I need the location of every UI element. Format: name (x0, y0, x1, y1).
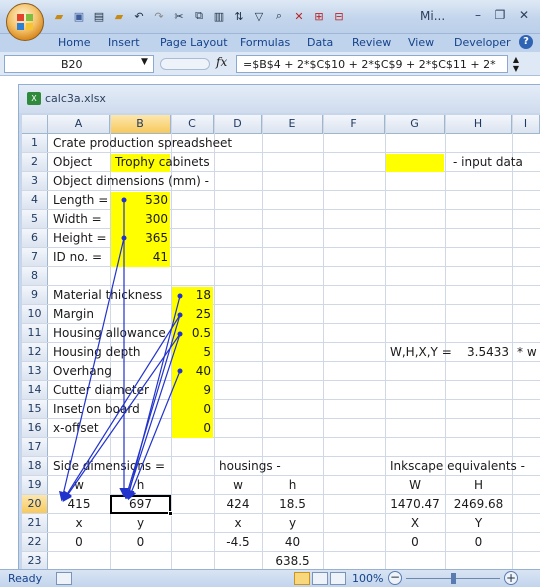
clear-icon[interactable]: ✕ (290, 8, 308, 24)
expand-formula-bar-icon[interactable]: ▲ ▼ (510, 55, 522, 73)
tab-home[interactable]: Home (58, 36, 90, 49)
filter-icon[interactable]: ▽ (250, 8, 268, 24)
normal-view-icon[interactable] (294, 572, 310, 585)
formula-bar-resize-handle[interactable] (160, 58, 210, 70)
insert-rows-icon[interactable]: ⊞ (310, 8, 328, 24)
tab-view[interactable]: View (408, 36, 434, 49)
formula-input[interactable]: =$B$4 + 2*$C$10 + 2*$C$9 + 2*$C$11 + 2* (236, 55, 508, 73)
macro-record-icon[interactable] (56, 572, 72, 585)
redo-icon[interactable]: ↷ (150, 8, 168, 24)
delete-rows-icon[interactable]: ⊟ (330, 8, 348, 24)
open-folder-icon[interactable]: ▰ (50, 8, 68, 24)
name-box-value: B20 (61, 58, 83, 71)
insert-function-icon[interactable]: fx (216, 55, 227, 69)
page-break-view-icon[interactable] (330, 572, 346, 585)
window-title: Mi... (420, 9, 446, 23)
cut-icon[interactable]: ✂ (170, 8, 188, 24)
name-box[interactable]: B20 ▼ (4, 55, 154, 73)
tab-page-layout[interactable]: Page Layout (160, 36, 228, 49)
tab-review[interactable]: Review (352, 36, 391, 49)
folder-icon[interactable]: ▰ (110, 8, 128, 24)
zoom-out-icon[interactable]: − (388, 571, 402, 585)
paste-icon[interactable]: ▥ (210, 8, 228, 24)
page-layout-view-icon[interactable] (312, 572, 328, 585)
quick-access-toolbar: ▰ ▣ ▤ ▰ ↶ ↷ ✂ ⧉ ▥ ⇅ ▽ ⌕ ✕ ⊞ ⊟ (50, 7, 348, 25)
save-icon[interactable]: ▣ (70, 8, 88, 24)
trace-precedents-arrows (58, 197, 183, 502)
sort-icon[interactable]: ⇅ (230, 8, 248, 24)
formula-bar: B20 ▼ fx =$B$4 + 2*$C$10 + 2*$C$9 + 2*$C… (0, 52, 540, 76)
minimize-icon[interactable]: – (468, 6, 488, 24)
zoom-slider-thumb[interactable] (451, 573, 456, 584)
office-logo-icon (17, 14, 33, 30)
tab-insert[interactable]: Insert (108, 36, 140, 49)
help-icon[interactable]: ? (519, 35, 533, 49)
workbook-title-bar: X calc3a.xlsx (19, 85, 540, 113)
tab-data[interactable]: Data (307, 36, 333, 49)
status-bar: Ready 100% − + (0, 569, 540, 587)
ribbon-tabs: Home Insert Page Layout Formulas Data Re… (0, 34, 540, 52)
status-ready: Ready (8, 572, 43, 585)
zoom-in-icon[interactable]: + (504, 571, 518, 585)
maximize-icon[interactable]: ❐ (490, 6, 510, 24)
undo-icon[interactable]: ↶ (130, 8, 148, 24)
print-preview-icon[interactable]: ⌕ (270, 8, 288, 24)
title-bar: ▰ ▣ ▤ ▰ ↶ ↷ ✂ ⧉ ▥ ⇅ ▽ ⌕ ✕ ⊞ ⊟ Mi... – ❐ … (0, 0, 540, 41)
copy-icon[interactable]: ⧉ (190, 8, 208, 24)
save-as-icon[interactable]: ▤ (90, 8, 108, 24)
excel-document-icon: X (27, 92, 41, 105)
tab-developer[interactable]: Developer (454, 36, 511, 49)
spreadsheet-grid[interactable]: A B C D E F G H I 1 2 3 4 5 6 7 8 9 10 11 12 13 14 15 1… (22, 115, 540, 570)
chevron-down-icon[interactable]: ▼ (141, 57, 148, 67)
zoom-level[interactable]: 100% (352, 572, 383, 585)
close-icon[interactable]: ✕ (514, 6, 534, 24)
tab-formulas[interactable]: Formulas (240, 36, 290, 49)
workbook-filename: calc3a.xlsx (45, 92, 106, 105)
office-button[interactable] (6, 3, 44, 41)
